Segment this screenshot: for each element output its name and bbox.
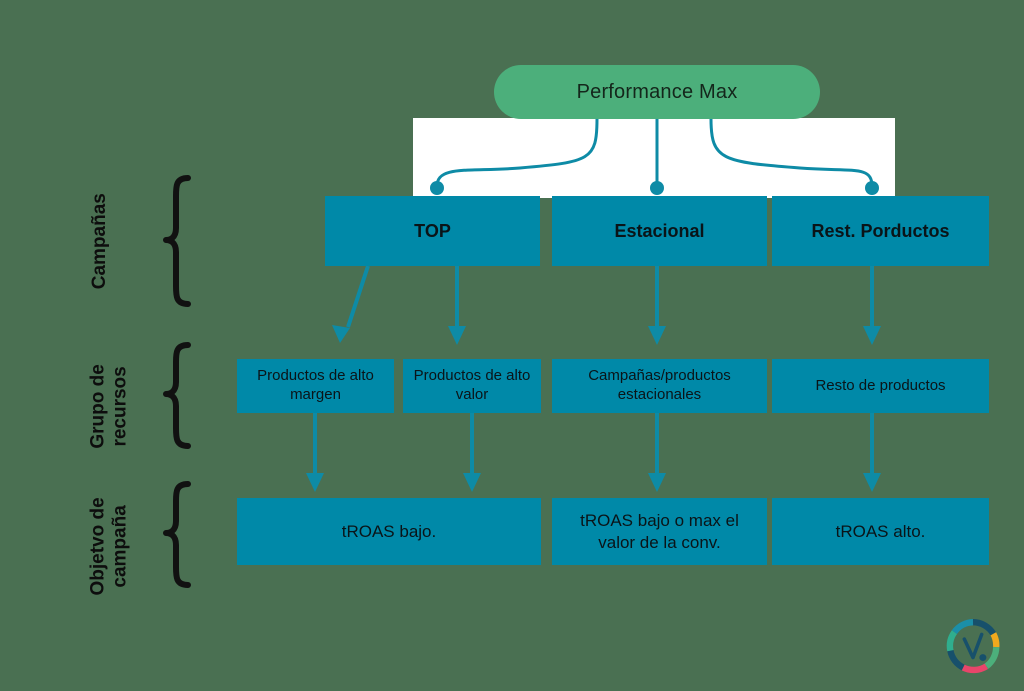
resource-node-alto-valor[interactable]: Productos de alto valor <box>403 359 541 413</box>
arrowhead-resto <box>863 326 881 345</box>
campaign-node-rest-productos-label: Rest. Porductos <box>811 220 950 241</box>
resource-node-estacionales-label: Campañas/productos estacionales <box>588 367 731 403</box>
resource-node-resto-productos[interactable]: Resto de productos <box>772 359 989 413</box>
connector-backdrop-panel <box>413 118 895 198</box>
brand-logo-icon <box>946 619 1000 674</box>
diagram-canvas: Performance Max Campañas Grupo de recurs… <box>0 0 1024 691</box>
arrowhead-alto-valor <box>448 326 466 345</box>
campaign-node-top-label: TOP <box>414 220 451 241</box>
arrowhead-troas-alto <box>863 473 881 492</box>
campaign-node-estacional-label: Estacional <box>614 220 705 241</box>
resource-node-estacionales[interactable]: Campañas/productos estacionales <box>552 359 767 413</box>
arrowhead-troas-bajo-left <box>306 473 324 492</box>
objective-node-troas-bajo-max-conv[interactable]: tROAS bajo o max el valor de la conv. <box>552 498 767 565</box>
root-node-performance-max[interactable]: Performance Max <box>494 65 820 119</box>
resource-node-alto-valor-label: Productos de alto valor <box>413 367 531 403</box>
objective-node-troas-bajo-label: tROAS bajo. <box>341 521 437 541</box>
brace-objectives <box>163 481 191 588</box>
row-label-campaign-objective: Objetvo de campaña <box>87 497 131 596</box>
campaign-node-top[interactable]: TOP <box>325 196 540 266</box>
resource-node-alto-margen[interactable]: Productos de alto margen <box>237 359 394 413</box>
root-node-label: Performance Max <box>576 80 738 103</box>
row-label-campaigns: Campañas <box>88 193 110 290</box>
resource-node-resto-productos-label: Resto de productos <box>815 376 946 394</box>
brace-campaigns <box>163 175 191 307</box>
arrowhead-troas-bajo-right <box>463 473 481 492</box>
objective-node-troas-alto[interactable]: tROAS alto. <box>772 498 989 565</box>
arrowhead-troas-mix <box>648 473 666 492</box>
objective-node-troas-bajo-max-conv-label: tROAS bajo o max el valor de la conv. <box>580 511 739 552</box>
campaign-node-rest-productos[interactable]: Rest. Porductos <box>772 196 989 266</box>
arrowhead-alto-margen <box>332 325 350 343</box>
objective-node-troas-alto-label: tROAS alto. <box>835 521 926 541</box>
resource-node-alto-margen-label: Productos de alto margen <box>257 367 374 403</box>
campaign-node-estacional[interactable]: Estacional <box>552 196 767 266</box>
logo-dot <box>979 654 987 662</box>
arrowhead-estacionales <box>648 326 666 345</box>
arrow-top-to-alto-margen <box>346 265 370 328</box>
objective-node-troas-bajo[interactable]: tROAS bajo. <box>237 498 541 565</box>
brace-resource-groups <box>163 342 191 449</box>
